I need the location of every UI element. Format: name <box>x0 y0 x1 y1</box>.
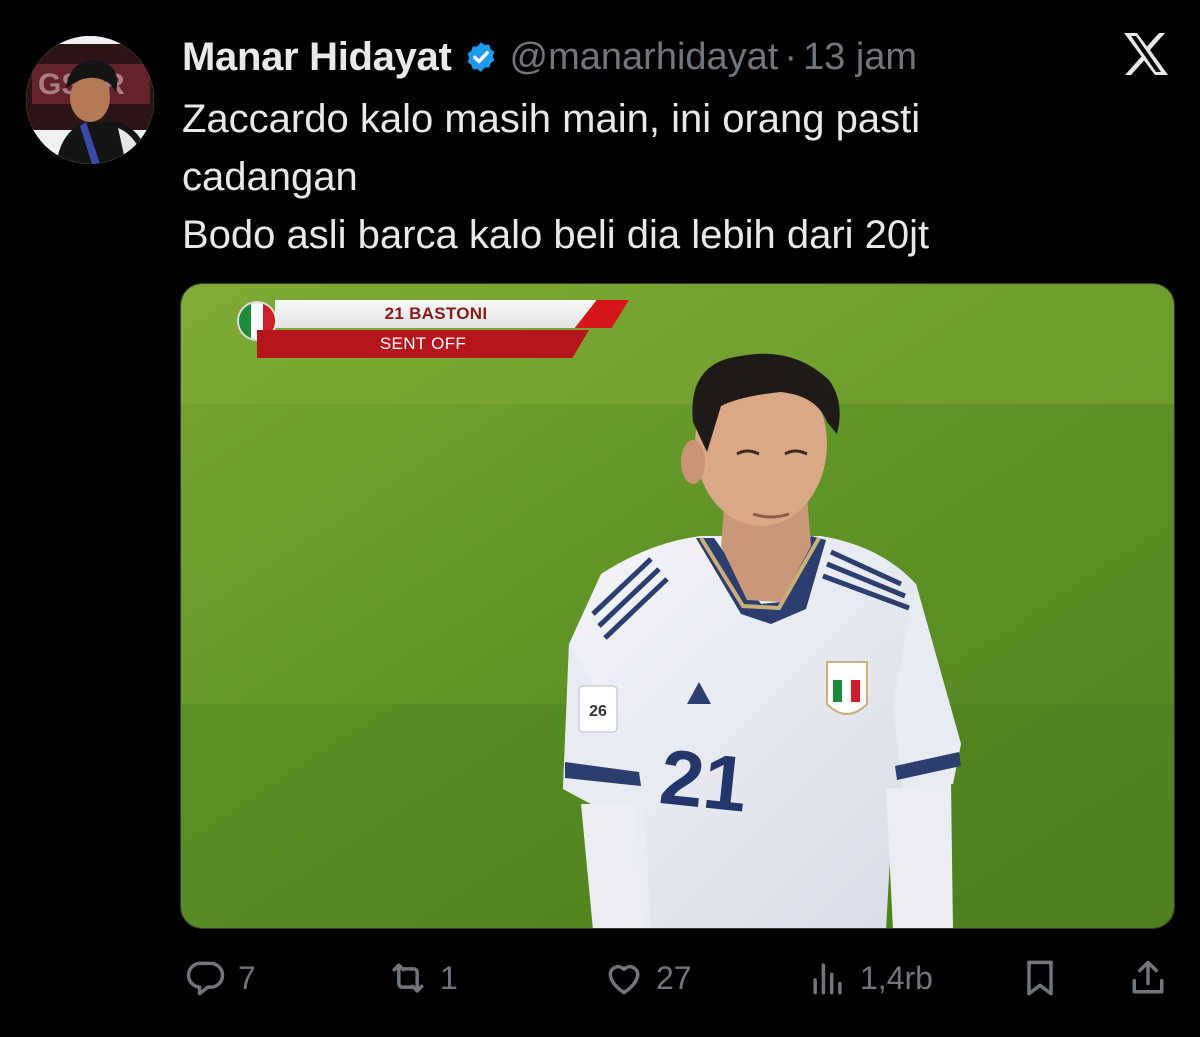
author-name[interactable]: Manar Hidayat <box>182 35 452 80</box>
repost-count: 1 <box>440 959 458 996</box>
views-count: 1,4rb <box>860 959 933 996</box>
repost-button[interactable]: 1 <box>386 950 458 1006</box>
header-separator: · <box>784 35 798 78</box>
tweet-text: Zaccardo kalo masih main, ini orang past… <box>182 90 1142 264</box>
author-handle[interactable]: @manarhidayat <box>510 36 779 79</box>
svg-text:26: 26 <box>589 703 607 720</box>
tweet-media-image[interactable]: 26 21 21 BASTONI SENT OFF <box>180 283 1175 929</box>
like-button[interactable]: 27 <box>602 950 692 1006</box>
reply-button[interactable]: 7 <box>184 950 256 1006</box>
tweet-actions: 7 1 27 1,4rb <box>0 950 1200 1006</box>
author-avatar[interactable]: GSAR <box>26 36 154 164</box>
tweet-text-line: Zaccardo kalo masih main, ini orang past… <box>182 97 921 141</box>
overlay-status: SENT OFF <box>257 330 589 358</box>
overlay-player-name: 21 BASTONI <box>275 300 597 328</box>
views-icon <box>813 963 842 995</box>
verified-badge-icon <box>467 42 494 72</box>
tweet-header: Manar Hidayat @manarhidayat · 13 jam <box>182 30 917 84</box>
views-button[interactable]: 1,4rb <box>806 950 933 1006</box>
tweet-text-line: cadangan <box>182 155 358 199</box>
bookmark-icon <box>1027 960 1053 996</box>
x-logo-icon <box>1124 33 1168 75</box>
reply-icon <box>186 961 225 996</box>
avatar-image: GSAR <box>26 36 154 164</box>
tweet-text-line: Bodo asli barca kalo beli dia lebih dari… <box>182 213 930 257</box>
bookmark-button[interactable] <box>1018 950 1062 1006</box>
tweet-timestamp[interactable]: 13 jam <box>803 36 917 79</box>
reply-count: 7 <box>238 959 256 996</box>
football-player-photo: 26 21 <box>181 284 1174 928</box>
share-button[interactable] <box>1126 950 1170 1006</box>
repost-icon <box>392 963 424 993</box>
jersey-number: 21 <box>656 732 751 829</box>
share-icon <box>1132 960 1164 994</box>
heart-icon <box>608 965 640 995</box>
broadcast-lower-third: 21 BASTONI SENT OFF <box>237 298 637 364</box>
like-count: 27 <box>656 959 692 996</box>
